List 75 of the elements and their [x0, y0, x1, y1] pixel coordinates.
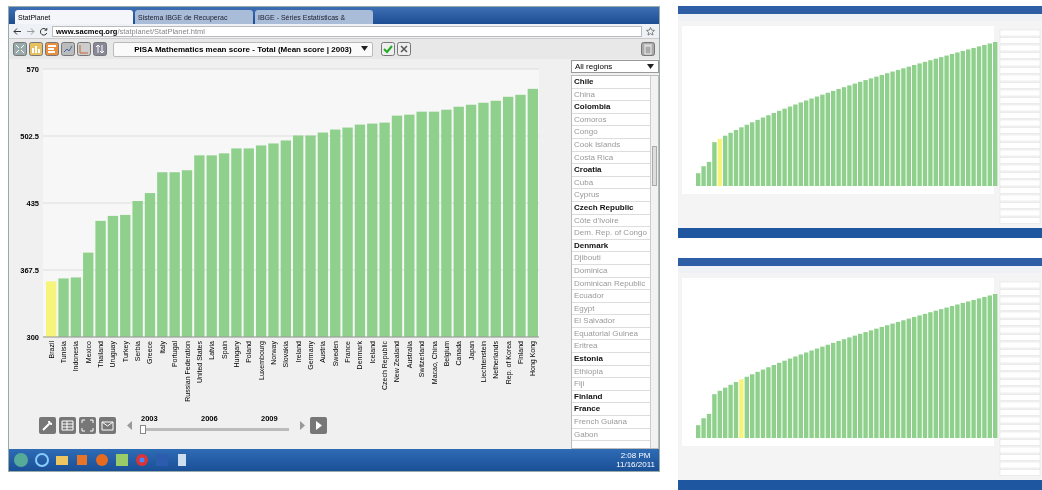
clock[interactable]: 2:08 PM 11/16/2011 [616, 451, 655, 469]
firefox-icon[interactable] [95, 453, 109, 467]
bar[interactable] [416, 111, 427, 337]
bar[interactable] [342, 127, 353, 337]
folder-icon[interactable] [55, 453, 69, 467]
back-icon[interactable] [13, 26, 22, 36]
bar[interactable] [391, 115, 403, 337]
bar[interactable] [194, 155, 205, 337]
wrench-icon[interactable] [39, 416, 56, 434]
caret-icon [647, 64, 654, 70]
bar[interactable] [95, 220, 106, 337]
bar[interactable] [144, 193, 156, 337]
bar[interactable] [527, 88, 538, 337]
bar[interactable] [46, 281, 57, 337]
reload-icon[interactable] [39, 26, 48, 36]
bar[interactable] [206, 155, 217, 337]
check-icon[interactable] [381, 42, 395, 56]
bar[interactable] [515, 94, 526, 337]
bar[interactable] [157, 172, 168, 337]
caret-icon [361, 45, 368, 52]
bar[interactable] [243, 148, 254, 337]
timeline-thumb[interactable] [140, 425, 146, 434]
bar[interactable] [453, 106, 464, 337]
scatter-chart-icon[interactable] [77, 42, 91, 56]
indicator-dropdown[interactable]: PISA Mathematics mean score - Total (Mean score | 2003) [113, 41, 373, 57]
scrollbar[interactable] [650, 76, 658, 448]
start-icon[interactable] [13, 452, 29, 468]
bar[interactable] [490, 100, 501, 337]
next-icon[interactable] [298, 420, 307, 430]
bar[interactable] [354, 124, 366, 337]
bar[interactable] [502, 96, 514, 337]
bar[interactable] [280, 140, 291, 337]
fullscreen-icon[interactable] [79, 416, 96, 434]
bar[interactable] [317, 132, 329, 337]
region-dropdown[interactable]: All regions [571, 60, 659, 73]
bar[interactable] [465, 104, 477, 337]
bar[interactable] [305, 135, 316, 337]
media-player-icon[interactable] [75, 453, 89, 467]
bar[interactable] [132, 201, 143, 337]
bar[interactable] [255, 145, 267, 337]
bar[interactable] [367, 123, 378, 337]
bar[interactable] [83, 252, 94, 337]
document-icon[interactable] [175, 453, 189, 467]
bar[interactable] [293, 135, 304, 337]
bar[interactable] [70, 277, 82, 337]
bar[interactable] [218, 153, 230, 337]
previous-icon[interactable] [125, 420, 134, 430]
bar[interactable] [231, 148, 242, 337]
bar[interactable] [268, 143, 279, 337]
expand-icon[interactable] [13, 42, 27, 56]
trash-icon[interactable] [641, 42, 655, 56]
bar[interactable] [428, 111, 440, 337]
chrome-icon[interactable] [135, 453, 149, 467]
bar[interactable] [404, 114, 415, 337]
bar[interactable] [478, 102, 489, 337]
bar[interactable] [107, 215, 119, 337]
line-chart-icon[interactable] [61, 42, 75, 56]
table-icon[interactable] [59, 416, 76, 434]
bar[interactable] [169, 172, 180, 337]
browser-icon[interactable] [35, 453, 49, 467]
bar[interactable] [181, 170, 193, 337]
star-icon[interactable] [646, 26, 655, 36]
bar[interactable] [379, 122, 390, 337]
bar[interactable] [58, 278, 69, 337]
bar[interactable] [120, 214, 131, 337]
horizontal-bar-icon[interactable] [45, 42, 59, 56]
play-icon[interactable] [310, 416, 327, 434]
mail-icon[interactable] [99, 416, 116, 434]
close-icon[interactable] [397, 42, 411, 56]
app-icon[interactable] [115, 453, 129, 467]
sort-icon[interactable] [93, 42, 107, 56]
bar[interactable] [330, 129, 341, 337]
timeline-track[interactable] [143, 428, 289, 431]
bar-chart-icon[interactable] [29, 42, 43, 56]
bar[interactable] [441, 109, 452, 337]
